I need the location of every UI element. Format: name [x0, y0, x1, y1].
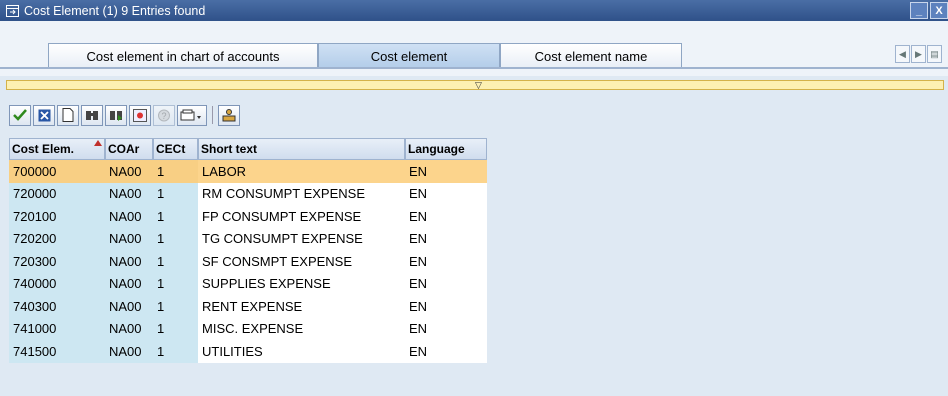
cost-elem-cell[interactable]: 741000	[9, 317, 105, 340]
help-icon[interactable]: ?	[153, 104, 175, 126]
coar-cell[interactable]: NA00	[105, 160, 153, 183]
cect-cell[interactable]: 1	[153, 182, 198, 205]
short-text-cell[interactable]: SF CONSMPT EXPENSE	[198, 250, 405, 273]
cect-cell[interactable]: 1	[153, 295, 198, 318]
coar-cell[interactable]: NA00	[105, 317, 153, 340]
new-page-icon[interactable]	[57, 104, 79, 126]
short-text-cell[interactable]: RENT EXPENSE	[198, 295, 405, 318]
language-cell[interactable]: EN	[405, 182, 487, 205]
short-text-cell[interactable]: RM CONSUMPT EXPENSE	[198, 182, 405, 205]
sort-ascending-icon	[94, 140, 102, 146]
cost-elem-cell[interactable]: 740300	[9, 295, 105, 318]
cect-cell[interactable]: 1	[153, 317, 198, 340]
cost-elem-cell[interactable]: 720100	[9, 205, 105, 228]
scroll-left-icon[interactable]: ◀	[895, 45, 910, 63]
table-row[interactable]: 700000 NA00 1 LABOR EN	[9, 160, 487, 183]
coar-cell[interactable]: NA00	[105, 182, 153, 205]
language-cell[interactable]: EN	[405, 272, 487, 295]
check-icon[interactable]	[9, 104, 31, 126]
cect-cell[interactable]: 1	[153, 272, 198, 295]
short-text-cell[interactable]: LABOR	[198, 160, 405, 183]
find-next-icon[interactable]	[105, 104, 127, 126]
cost-elem-cell[interactable]: 741500	[9, 340, 105, 363]
language-cell[interactable]: EN	[405, 227, 487, 250]
find-icon[interactable]	[81, 104, 103, 126]
cect-cell[interactable]: 1	[153, 227, 198, 250]
tab-label: Cost element in chart of accounts	[86, 48, 280, 64]
tab-cost-element-in-chart-of-accounts[interactable]: Cost element in chart of accounts	[48, 43, 318, 68]
cect-cell[interactable]: 1	[153, 205, 198, 228]
language-cell[interactable]: EN	[405, 340, 487, 363]
cect-cell[interactable]: 1	[153, 250, 198, 273]
column-header-cost-elem[interactable]: Cost Elem.	[9, 138, 105, 160]
short-text-cell[interactable]: FP CONSUMPT EXPENSE	[198, 205, 405, 228]
coar-cell[interactable]: NA00	[105, 250, 153, 273]
cost-elem-cell[interactable]: 720000	[9, 182, 105, 205]
table-row[interactable]: 741500 NA00 1 UTILITIES EN	[9, 340, 487, 363]
restrictions-toggle-bar[interactable]: ▽	[6, 80, 944, 90]
cect-cell[interactable]: 1	[153, 160, 198, 183]
column-header-label: CECt	[156, 142, 186, 156]
tab-list-icon[interactable]: ▤	[927, 45, 942, 63]
short-text-cell[interactable]: UTILITIES	[198, 340, 405, 363]
results-table: Cost Elem. COAr CECt Short text Language…	[9, 138, 487, 363]
column-header-language[interactable]: Language	[405, 138, 487, 160]
language-cell[interactable]: EN	[405, 160, 487, 183]
column-header-label: COAr	[108, 142, 140, 156]
tab-underline	[0, 67, 948, 69]
language-cell[interactable]: EN	[405, 250, 487, 273]
close-button[interactable]: X	[930, 2, 948, 19]
table-row[interactable]: 720100 NA00 1 FP CONSUMPT EXPENSE EN	[9, 205, 487, 228]
tab-label: Cost element	[370, 48, 448, 64]
short-text-cell[interactable]: SUPPLIES EXPENSE	[198, 272, 405, 295]
column-header-coar[interactable]: COAr	[105, 138, 153, 160]
cancel-icon[interactable]	[33, 104, 55, 126]
column-header-label: Cost Elem.	[12, 142, 75, 156]
toolbar: ?	[9, 104, 242, 126]
table-row[interactable]: 740000 NA00 1 SUPPLIES EXPENSE EN	[9, 272, 487, 295]
coar-cell[interactable]: NA00	[105, 205, 153, 228]
column-header-cect[interactable]: CECt	[153, 138, 198, 160]
tab-cost-element-name[interactable]: Cost element name	[500, 43, 682, 68]
column-header-label: Language	[408, 142, 465, 156]
window-title: Cost Element (1) 9 Entries found	[24, 3, 206, 18]
column-header-label: Short text	[201, 142, 258, 156]
title-bar: Cost Element (1) 9 Entries found _ X	[0, 0, 948, 21]
coar-cell[interactable]: NA00	[105, 295, 153, 318]
short-text-cell[interactable]: MISC. EXPENSE	[198, 317, 405, 340]
coar-cell[interactable]: NA00	[105, 340, 153, 363]
tab-label: Cost element name	[534, 48, 648, 64]
personal-list-icon[interactable]	[218, 104, 240, 126]
svg-text:?: ?	[162, 111, 167, 121]
table-header: Cost Elem. COAr CECt Short text Language	[9, 138, 487, 160]
table-row[interactable]: 720200 NA00 1 TG CONSUMPT EXPENSE EN	[9, 227, 487, 250]
cost-elem-cell[interactable]: 720200	[9, 227, 105, 250]
table-row[interactable]: 720300 NA00 1 SF CONSMPT EXPENSE EN	[9, 250, 487, 273]
scroll-right-icon[interactable]: ▶	[911, 45, 926, 63]
minimize-button[interactable]: _	[910, 2, 928, 19]
coar-cell[interactable]: NA00	[105, 272, 153, 295]
short-text-cell[interactable]: TG CONSUMPT EXPENSE	[198, 227, 405, 250]
table-row[interactable]: 741000 NA00 1 MISC. EXPENSE EN	[9, 317, 487, 340]
language-cell[interactable]: EN	[405, 295, 487, 318]
tab-bar: Cost element in chart of accounts Cost e…	[0, 21, 948, 74]
collapse-arrow-icon[interactable]: ▽	[475, 80, 482, 90]
cost-elem-cell[interactable]: 700000	[9, 160, 105, 183]
tab-navigation: ◀ ▶ ▤	[894, 45, 942, 63]
print-icon[interactable]	[177, 104, 207, 126]
cect-cell[interactable]: 1	[153, 340, 198, 363]
dialog-icon	[6, 4, 20, 17]
language-cell[interactable]: EN	[405, 317, 487, 340]
coar-cell[interactable]: NA00	[105, 227, 153, 250]
language-cell[interactable]: EN	[405, 205, 487, 228]
table-row[interactable]: 720000 NA00 1 RM CONSUMPT EXPENSE EN	[9, 182, 487, 205]
tab-cost-element[interactable]: Cost element	[318, 43, 500, 68]
toolbar-separator	[212, 106, 213, 124]
cost-elem-cell[interactable]: 740000	[9, 272, 105, 295]
table-body: 700000 NA00 1 LABOR EN 720000 NA00 1 RM CONSUMPT…	[9, 160, 487, 363]
settings-icon[interactable]	[129, 104, 151, 126]
cost-elem-cell[interactable]: 720300	[9, 250, 105, 273]
table-row[interactable]: 740300 NA00 1 RENT EXPENSE EN	[9, 295, 487, 318]
column-header-short-text[interactable]: Short text	[198, 138, 405, 160]
